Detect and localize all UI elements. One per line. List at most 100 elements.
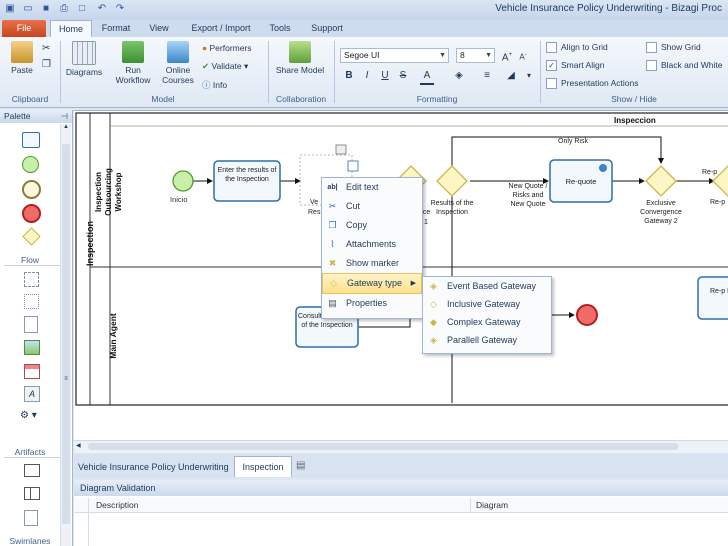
data-object-shape[interactable] (24, 316, 38, 333)
black-white-checkbox[interactable]: Black and White (646, 60, 723, 72)
new-sheet-icon[interactable]: ▤ (296, 460, 305, 471)
doc-tab-vehicle-insurance[interactable]: Vehicle Insurance Policy Underwriting (78, 459, 229, 475)
diagram-canvas[interactable]: Inspection Inspection Outsourcing Worksh… (74, 110, 728, 441)
bold-button[interactable]: B (342, 69, 356, 83)
group-shape[interactable] (24, 272, 39, 287)
paste-button[interactable]: Paste (6, 41, 38, 75)
submenu-item-inclusive[interactable]: ◇ Inclusive Gateway (423, 295, 551, 313)
scroll-left-icon[interactable]: ◀ (76, 442, 81, 449)
menu-item-edit-text[interactable]: ab| Edit text (322, 178, 422, 197)
submenu-item-parallel[interactable]: ◈ Parallell Gateway (423, 331, 551, 349)
menu-item-copy[interactable]: ❐ Copy (322, 216, 422, 235)
menu-item-cut[interactable]: ✂ Cut (322, 197, 422, 216)
doc-tab-inspection[interactable]: Inspection (234, 456, 292, 477)
preview-icon[interactable]: □ (76, 3, 88, 15)
flow-label-only-risk: Only Risk (558, 138, 588, 145)
image-shape[interactable] (24, 340, 40, 355)
tab-view[interactable]: View (142, 20, 176, 37)
grip-icon: ≡ (64, 376, 68, 382)
font-color-button[interactable]: A (420, 69, 434, 85)
tab-export-import[interactable]: Export / Import (184, 20, 258, 37)
cut-icon[interactable]: ✂ (42, 43, 50, 54)
open-icon[interactable]: ▭ (22, 3, 34, 15)
pool-shape[interactable] (24, 464, 40, 477)
undo-icon[interactable]: ↶ (96, 3, 108, 15)
tab-support[interactable]: Support (306, 20, 348, 37)
partial-label-1: 1 (424, 219, 428, 226)
selection-handle (347, 160, 359, 172)
text-shape[interactable]: A (24, 386, 40, 402)
diagrams-button[interactable]: Diagrams (64, 41, 104, 77)
more-artifacts-icon[interactable]: ⚙ ▾ (20, 410, 46, 428)
canvas-horizontal-scrollbar[interactable]: ◀ (74, 440, 728, 453)
header-shape[interactable] (24, 364, 40, 379)
grow-font-icon[interactable]: A+ (500, 48, 514, 63)
paste-icon (11, 41, 33, 63)
chevron-down-icon: ▼ (485, 52, 492, 59)
tab-home[interactable]: Home (50, 20, 92, 38)
show-grid-checkbox[interactable]: Show Grid (646, 42, 701, 54)
task-right1-label: Re-p (702, 169, 718, 176)
copy-icon[interactable]: ❐ (42, 59, 51, 70)
performers-button[interactable]: ● Performers (202, 43, 252, 53)
save-icon[interactable]: ■ (40, 3, 52, 15)
tab-tools[interactable]: Tools (262, 20, 298, 37)
shrink-font-icon[interactable]: A- (516, 48, 530, 62)
italic-button[interactable]: I (360, 69, 374, 83)
redo-icon[interactable]: ↷ (114, 3, 126, 15)
scroll-up-icon[interactable]: ▲ (62, 124, 70, 132)
underline-button[interactable]: U (378, 69, 392, 83)
black-white-label: Black and White (661, 60, 723, 70)
line-style-icon[interactable]: ≡ (480, 69, 494, 83)
online-courses-label-1: Online (165, 65, 191, 75)
validate-button[interactable]: ✔ Validate ▾ (202, 61, 248, 72)
menu-item-properties[interactable]: ▤ Properties (322, 294, 422, 313)
palette-divider (4, 457, 60, 458)
intermediate-event-shape[interactable] (22, 180, 41, 199)
strikethrough-button[interactable]: S (396, 69, 410, 83)
font-size-select[interactable]: 8 ▼ (456, 48, 495, 63)
more-format-icon[interactable]: ▾ (522, 69, 536, 83)
line-color-icon[interactable]: ◢ (504, 69, 518, 83)
info-button[interactable]: ⓘ Info (202, 79, 227, 91)
end-event-shape[interactable] (22, 204, 41, 223)
annotation-shape[interactable] (24, 294, 39, 309)
palette-scrollbar[interactable]: ▲ ≡ (60, 124, 71, 546)
column-header-diagram[interactable]: Diagram (476, 500, 508, 510)
presentation-actions-checkbox[interactable]: Presentation Actions (546, 78, 639, 90)
cut-icon: ✂ (328, 201, 337, 211)
start-label: Inicio (170, 195, 188, 204)
submenu-item-event-based[interactable]: ◈ Event Based Gateway (423, 277, 551, 295)
column-header-description[interactable]: Description (96, 500, 139, 510)
inclusive-gateway-icon: ◇ (430, 299, 437, 309)
marker-icon: ✖ (328, 258, 337, 268)
scrollbar-thumb[interactable] (88, 443, 678, 450)
task-shape[interactable] (22, 132, 40, 148)
online-courses-button[interactable]: Online Courses (158, 41, 198, 85)
menu-item-gateway-type[interactable]: ◇ Gateway type ▶ (322, 273, 422, 294)
tab-format[interactable]: Format (96, 20, 136, 37)
lane-shape[interactable] (24, 487, 40, 500)
menu-item-attachments[interactable]: ⌇ Attachments (322, 235, 422, 254)
start-event-shape[interactable] (22, 156, 39, 173)
align-to-grid-checkbox[interactable]: Align to Grid (546, 42, 608, 54)
print-icon[interactable]: ⎙ (58, 3, 70, 15)
diagrams-icon (72, 41, 96, 65)
menu-item-show-marker[interactable]: ✖ Show marker (322, 254, 422, 273)
submenu-item-complex[interactable]: ◆ Complex Gateway (423, 313, 551, 331)
tab-file[interactable]: File (2, 20, 46, 37)
scrollbar-thumb[interactable] (62, 144, 70, 524)
smart-align-checkbox[interactable]: ✓ Smart Align (546, 60, 604, 72)
menu-label: Cut (346, 201, 361, 211)
gateway-shape[interactable] (22, 227, 41, 246)
paperclip-icon: ⌇ (330, 239, 335, 249)
share-model-button[interactable]: Share Model (274, 41, 326, 75)
fill-color-icon[interactable]: ◈ (452, 69, 466, 83)
gear-icon (599, 164, 607, 172)
lane-label-inspection: Inspection Outsourcing Workshop (94, 168, 123, 216)
font-family-select[interactable]: Segoe UI ▼ (340, 48, 449, 63)
pin-icon[interactable]: ⊣ (61, 110, 68, 123)
milestone-shape[interactable] (24, 510, 38, 526)
info-label: Info (212, 80, 228, 90)
run-workflow-button[interactable]: Run Workflow (112, 41, 154, 85)
